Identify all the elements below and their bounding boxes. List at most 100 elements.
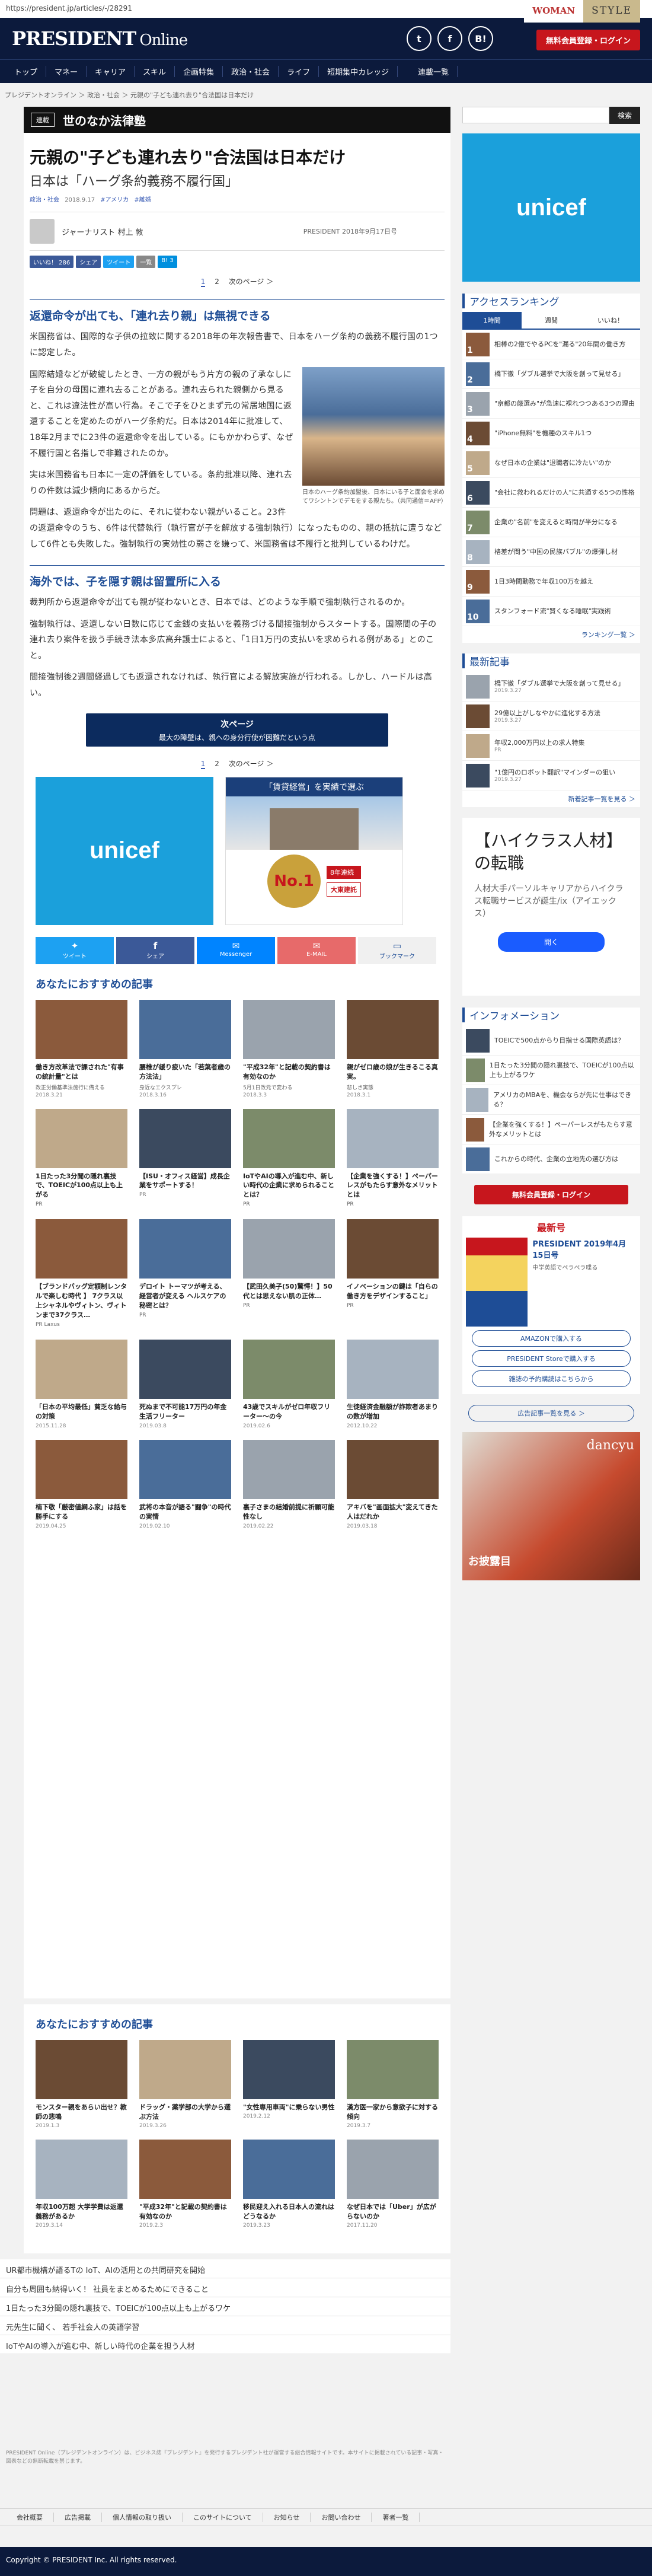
footer-link[interactable]: お知らせ xyxy=(263,2513,311,2522)
latest-item[interactable]: 年収2,000万円以上の求人特集 PR xyxy=(462,731,640,761)
ranking-item[interactable]: 3 "京都の厳選み"が急速に裸れつつある3つの理由 xyxy=(462,389,640,419)
info-item[interactable]: これからの時代、企業の立地先の選び方は xyxy=(462,1144,640,1174)
chintai-ad[interactable]: 「賃貸経営」を実績で選ぶ No.1 8年連続 大東建託 xyxy=(225,776,403,925)
recommend-card[interactable]: 武将の本音が語る"闘争"の時代の実情 2019.02.10 xyxy=(139,1439,231,1529)
text-link[interactable]: 元先生に聞く、 若手社会人の英語学習 xyxy=(0,2316,450,2335)
tweet-share-button[interactable]: ✦ ツイート xyxy=(36,936,116,964)
ranking-item[interactable]: 10 スタンフォード流"賢くなる睡眠"実践術 xyxy=(462,597,640,626)
dancyu-ad[interactable]: dancyu お披露目 xyxy=(462,1432,640,1580)
footer-link[interactable]: 会社概要 xyxy=(6,2513,54,2522)
register-login-button[interactable]: 無料会員登録・ログイン xyxy=(536,30,640,50)
nav-life[interactable]: ライフ xyxy=(279,66,319,77)
ranking-item[interactable]: 9 1日3時間勤務で年収100万を越え xyxy=(462,567,640,597)
recommend-card[interactable]: 楠下敬「厳密値綱ふ家」は話を勝手にする 2019.04.25 xyxy=(36,1439,127,1529)
nav-career[interactable]: キャリア xyxy=(87,66,135,77)
share-button[interactable]: シェア xyxy=(76,256,101,269)
footer-link[interactable]: 個人情報の取り扱い xyxy=(102,2513,183,2522)
info-item[interactable]: 【企業を強くする！】ペーパーレスがもたらす意外なメリットとは xyxy=(462,1115,640,1144)
footer-link[interactable]: 広告掲載 xyxy=(54,2513,102,2522)
recommend-card[interactable]: IoTやAIの導入が進む中、新しい時代の企業に求められることとは？ PR xyxy=(243,1108,335,1209)
recommend-card[interactable]: 【ISU・オフィス経営】成長企業をサポートする！ PR xyxy=(139,1108,231,1209)
page-2[interactable]: 2 xyxy=(215,278,219,286)
unicef-ad[interactable]: unicef xyxy=(36,776,213,925)
recommend-card[interactable]: "女性専用車両"に乗らない男性 2019.2.12 xyxy=(243,2040,335,2129)
text-link[interactable]: 1日たった3分聞の隠れ裏技で、TOEICが100点以上も上がるワケ xyxy=(0,2297,450,2316)
text-link[interactable]: 自分も周囲も納得いく！ 社員をまとめるためにできること xyxy=(0,2278,450,2297)
info-item[interactable]: 1日たった3分聞の隠れ裏技で、TOEICが100点以上も上がるワケ xyxy=(462,1056,640,1085)
tab-likes[interactable]: いいね！ xyxy=(581,312,640,329)
nav-college[interactable]: 短期集中カレッジ xyxy=(319,66,398,77)
ad-list-link[interactable]: 広告記事一覧を見る ＞ xyxy=(468,1405,634,1421)
recommend-card[interactable]: 死ぬまで不可能17万円の年金生活フリーター 2019.03.8 xyxy=(139,1340,231,1429)
recommend-card[interactable]: 【武田久美子(50)驚愕！】50代とは思えない肌の正体… PR xyxy=(243,1219,335,1329)
info-item[interactable]: TOEICで500点からり目指せる国際英語は？ xyxy=(462,1026,640,1056)
nav-series[interactable]: 連載一覧 xyxy=(410,66,458,77)
ranking-more-link[interactable]: ランキング一覧 ＞ xyxy=(462,626,640,643)
footer-link[interactable]: お問い合わせ xyxy=(311,2513,372,2522)
nav-feature[interactable]: 企画特集 xyxy=(175,66,223,77)
ranking-item[interactable]: 1 相棒の2億でやるPCを"漏る"20年間の働き方 xyxy=(462,330,640,359)
recommend-card[interactable]: ドラッグ・薬学部の大学から選ぶ方法 2019.3.26 xyxy=(139,2040,231,2129)
recommend-card[interactable]: なぜ日本では「Uber」が広がらないのか 2017.11.20 xyxy=(347,2139,439,2229)
next-page-link[interactable]: 次のページ ＞ xyxy=(229,760,274,768)
next-page-link[interactable]: 次のページ ＞ xyxy=(229,278,274,286)
site-logo[interactable]: PRESIDENT Online xyxy=(12,27,188,50)
twitter-icon[interactable]: t xyxy=(407,26,432,51)
recommend-card[interactable]: デロイト トーマツが考える、経営者が変える ヘルスケアの秘密とは？ PR xyxy=(139,1219,231,1329)
ad-open-button[interactable]: 開く xyxy=(498,932,605,952)
magazine-title[interactable]: PRESIDENT 2019年4月15日号 xyxy=(532,1238,637,1260)
ranking-item[interactable]: 4 "iPhone無料"を機種のスキル1つ xyxy=(462,419,640,448)
recommend-card[interactable]: 腰椎が緩り疲いた「若葉者歳の方法法」 身近なエクスプレ 2018.3.16 xyxy=(139,999,231,1098)
tab-style[interactable]: STYLE xyxy=(583,0,640,23)
facebook-icon[interactable]: f xyxy=(437,26,462,51)
recommend-card[interactable]: アキバを"画面拡大"変えてきた人はだれか 2019.03.18 xyxy=(347,1439,439,1529)
amazon-buy-button[interactable]: AMAZONで購入する xyxy=(472,1330,631,1347)
hatena-icon[interactable]: B! xyxy=(468,26,493,51)
recommend-card[interactable]: 移民迎え入れる日本人の流れはどうなるか 2019.3.23 xyxy=(243,2139,335,2229)
recommend-card[interactable]: "平成32年"と記載の契約書は有効なのか 2019.2.3 xyxy=(139,2139,231,2229)
messenger-share-button[interactable]: ✉ Messenger xyxy=(197,936,277,964)
series-band[interactable]: 連載 世のなか法律塾 xyxy=(24,107,450,133)
text-link[interactable]: UR都市機構が語るTの IoT、AIの活用との共同研究を開始 xyxy=(0,2259,450,2278)
footer-link[interactable]: 著者一覧 xyxy=(372,2513,420,2522)
subscribe-button[interactable]: 雑誌の予約購読はこちらから xyxy=(472,1370,631,1387)
facebook-share-button[interactable]: f シェア xyxy=(116,936,197,964)
latest-item[interactable]: 橋下徹「ダブル選挙で大阪を創って見せる」 2019.3.27 xyxy=(462,672,640,702)
nav-skill[interactable]: スキル xyxy=(135,66,175,77)
recommend-card[interactable]: 【ブランドバッグ定額制レンタルで楽しむ時代 】 7クラス以上シャネルやヴィトン、… xyxy=(36,1219,127,1329)
footer-link[interactable]: このサイトについて xyxy=(183,2513,263,2522)
hatena-button[interactable]: B! 3 xyxy=(158,256,177,269)
recommend-card[interactable]: 裏子さまの結婚前提に祈願可能性なし 2019.02.22 xyxy=(243,1439,335,1529)
next-page-box[interactable]: 次ページ 最大の障壁は、親への身分行使が困難だという点 xyxy=(86,713,388,747)
meta-tag-america[interactable]: #アメリカ xyxy=(100,197,129,203)
recommend-card[interactable]: モンスター親をあらい出せ？教師の悲鳴 2019.1.3 xyxy=(36,2040,127,2129)
recommend-card[interactable]: 働き方改革法で課された"有事の統計量"とは 改正労働基準法施行に備える 2018.3… xyxy=(36,999,127,1098)
latest-more-link[interactable]: 新着記事一覧を見る ＞ xyxy=(462,790,640,807)
tab-weekly[interactable]: 週間 xyxy=(522,312,581,329)
ranking-item[interactable]: 8 格差が問う"中国の民族バブル"の爆弾し材 xyxy=(462,537,640,567)
ranking-item[interactable]: 5 なぜ日本の企業は"退職者に冷たい"のか xyxy=(462,448,640,478)
recommend-card[interactable]: 43歳でスキルがゼロ年収フリーター〜の今 2019.02.6 xyxy=(243,1340,335,1429)
bookmark-share-button[interactable]: ▭ ブックマーク xyxy=(358,936,439,964)
meta-tag-divorce[interactable]: #離婚 xyxy=(134,197,151,203)
tab-woman[interactable]: WOMAN xyxy=(524,0,584,23)
page-2[interactable]: 2 xyxy=(215,760,219,768)
side-register-button[interactable]: 無料会員登録・ログイン xyxy=(474,1185,628,1204)
recommend-card[interactable]: "平成32年"と記載の契約書は有効なのか 5月1日改元で変わる 2018.3.3 xyxy=(243,999,335,1098)
tab-hourly[interactable]: 1時間 xyxy=(462,312,522,329)
email-share-button[interactable]: ✉ E-MAIL xyxy=(277,936,358,964)
recommend-card[interactable]: 生徒経済金融額が詐欺者あまりの数が増加 2012.10.22 xyxy=(347,1340,439,1429)
page-1[interactable]: 1 xyxy=(200,759,206,769)
search-button[interactable]: 検索 xyxy=(609,107,640,124)
recommend-card[interactable]: 1日たった3分聞の隠れ裏技で、TOEICが100点以上も上がる PR xyxy=(36,1108,127,1209)
magazine-cover[interactable] xyxy=(466,1238,528,1327)
ranking-item[interactable]: 6 "会社に救われるだけの人"に共通する5つの性格 xyxy=(462,478,640,508)
text-link[interactable]: IoTやAIの導入が進む中、新しい時代の企業を担う人材 xyxy=(0,2335,450,2354)
nav-money[interactable]: マネー xyxy=(46,66,87,77)
tweet-button[interactable]: ツイート xyxy=(103,256,135,269)
nav-politics[interactable]: 政治・社会 xyxy=(223,66,279,77)
recommend-card[interactable]: イノベーションの鍵は「自らの働き方をデザインすること」 PR xyxy=(347,1219,439,1329)
persol-ad[interactable]: 【ハイクラス人材】の転職 人材大手パーソルキャリアからハイクラス転職サービスが誕… xyxy=(462,818,640,996)
latest-item[interactable]: 29億以上がしなやかに進化する方法 2019.3.27 xyxy=(462,702,640,731)
ranking-item[interactable]: 7 企業の"名前"を変えると時間が半分になる xyxy=(462,508,640,537)
